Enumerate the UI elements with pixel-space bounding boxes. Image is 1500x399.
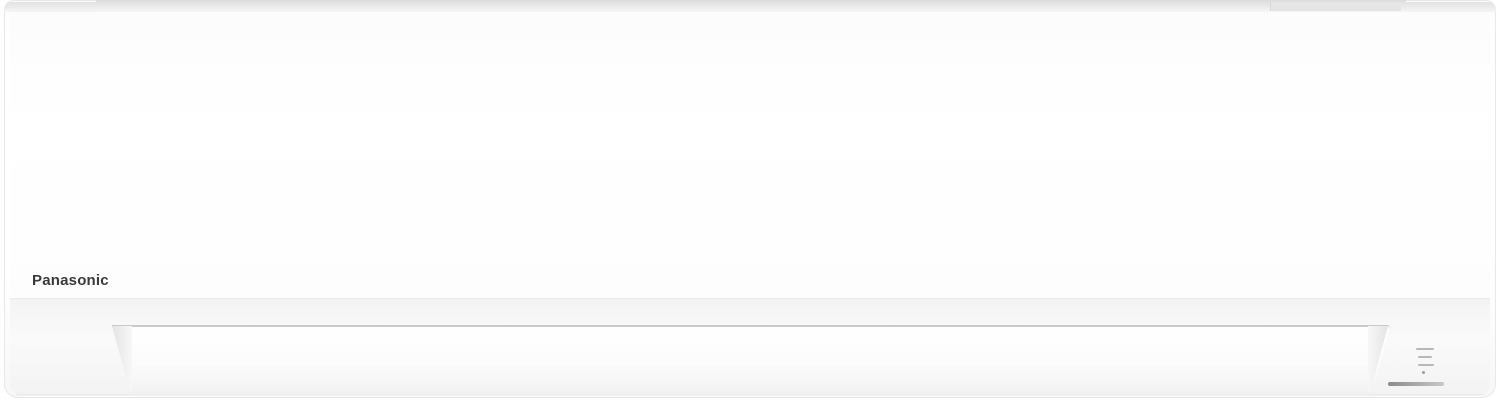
- top-air-intake: [96, 0, 1406, 12]
- top-intake-left: [4, 2, 100, 12]
- product-photo: Panasonic: [0, 0, 1500, 399]
- top-intake-segment: [1270, 2, 1401, 11]
- front-panel: [10, 12, 1490, 300]
- indicator-lamps-icon: [1408, 346, 1458, 386]
- brand-logo: Panasonic: [32, 272, 109, 289]
- base-shadow: [16, 394, 1484, 397]
- sensor-window-icon: [1388, 382, 1444, 386]
- air-outlet-louver: [112, 325, 1390, 395]
- top-intake-right: [1404, 2, 1496, 12]
- louver-top-edge: [112, 325, 1388, 327]
